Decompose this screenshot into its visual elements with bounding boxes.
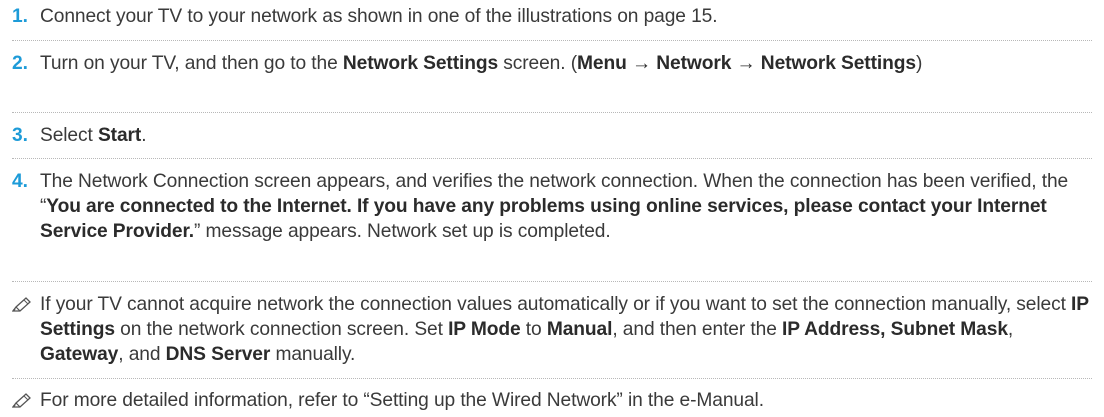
pencil-note-icon bbox=[12, 393, 32, 409]
note-text-segment: , and bbox=[118, 344, 166, 365]
step-text-segment: screen. ( bbox=[498, 53, 578, 74]
step-text-segment: ) bbox=[915, 53, 923, 74]
note-text-segment: to bbox=[520, 319, 547, 340]
note-text-segment: , bbox=[1007, 319, 1014, 340]
step-3: 3. Select Start. bbox=[0, 123, 1100, 148]
note-text-segment: manually. bbox=[270, 344, 356, 365]
step-4: 4. The Network Connection screen appears… bbox=[0, 169, 1100, 244]
dotted-separator bbox=[12, 378, 1092, 379]
pencil-note-icon bbox=[12, 297, 32, 313]
step-1: 1. Connect your TV to your network as sh… bbox=[0, 4, 1100, 29]
step-number: 4. bbox=[12, 171, 28, 192]
note-text: For more detailed information, refer to … bbox=[40, 388, 1100, 413]
step-text-segment: ” message appears. Network set up is com… bbox=[194, 221, 611, 242]
step-text: Connect your TV to your network as shown… bbox=[40, 4, 1100, 29]
step-text-bold: Menu → Network → Network Settings bbox=[577, 53, 916, 74]
note-more-info: For more detailed information, refer to … bbox=[0, 388, 1100, 413]
note-text-bold: Manual bbox=[546, 319, 613, 340]
dotted-separator bbox=[12, 158, 1092, 159]
dotted-separator bbox=[12, 281, 1092, 282]
step-text-segment: Select bbox=[40, 125, 98, 146]
step-number: 1. bbox=[12, 6, 28, 27]
note-ip-settings: If your TV cannot acquire network the co… bbox=[0, 292, 1100, 367]
note-text-bold: DNS Server bbox=[165, 344, 271, 365]
step-text: Turn on your TV, and then go to the Netw… bbox=[40, 51, 1100, 76]
step-text-segment: . bbox=[141, 125, 147, 146]
note-text-segment: on the network connection screen. Set bbox=[114, 319, 449, 340]
step-text-bold: Start bbox=[97, 125, 142, 146]
note-text-bold: Gateway bbox=[40, 344, 119, 365]
step-number: 2. bbox=[12, 53, 28, 74]
instruction-page: 1. Connect your TV to your network as sh… bbox=[0, 0, 1104, 417]
note-text-bold: IP Mode bbox=[448, 319, 521, 340]
step-number: 3. bbox=[12, 125, 28, 146]
step-text-bold: Network Settings bbox=[342, 53, 499, 74]
step-text-segment: Connect your TV to your network as shown… bbox=[40, 6, 718, 27]
step-2: 2. Turn on your TV, and then go to the N… bbox=[0, 51, 1100, 76]
step-text-segment: Turn on your TV, and then go to the bbox=[40, 53, 343, 74]
note-text-segment: For more detailed information, refer to … bbox=[40, 390, 764, 411]
dotted-separator bbox=[12, 112, 1092, 113]
note-text-bold: IP Address, Subnet Mask bbox=[782, 319, 1008, 340]
dotted-separator bbox=[12, 40, 1092, 41]
note-text: If your TV cannot acquire network the co… bbox=[40, 292, 1100, 367]
note-text-segment: If your TV cannot acquire network the co… bbox=[40, 294, 1072, 315]
step-text: The Network Connection screen appears, a… bbox=[40, 169, 1100, 244]
note-text-segment: , and then enter the bbox=[612, 319, 782, 340]
step-text: Select Start. bbox=[40, 123, 1100, 148]
